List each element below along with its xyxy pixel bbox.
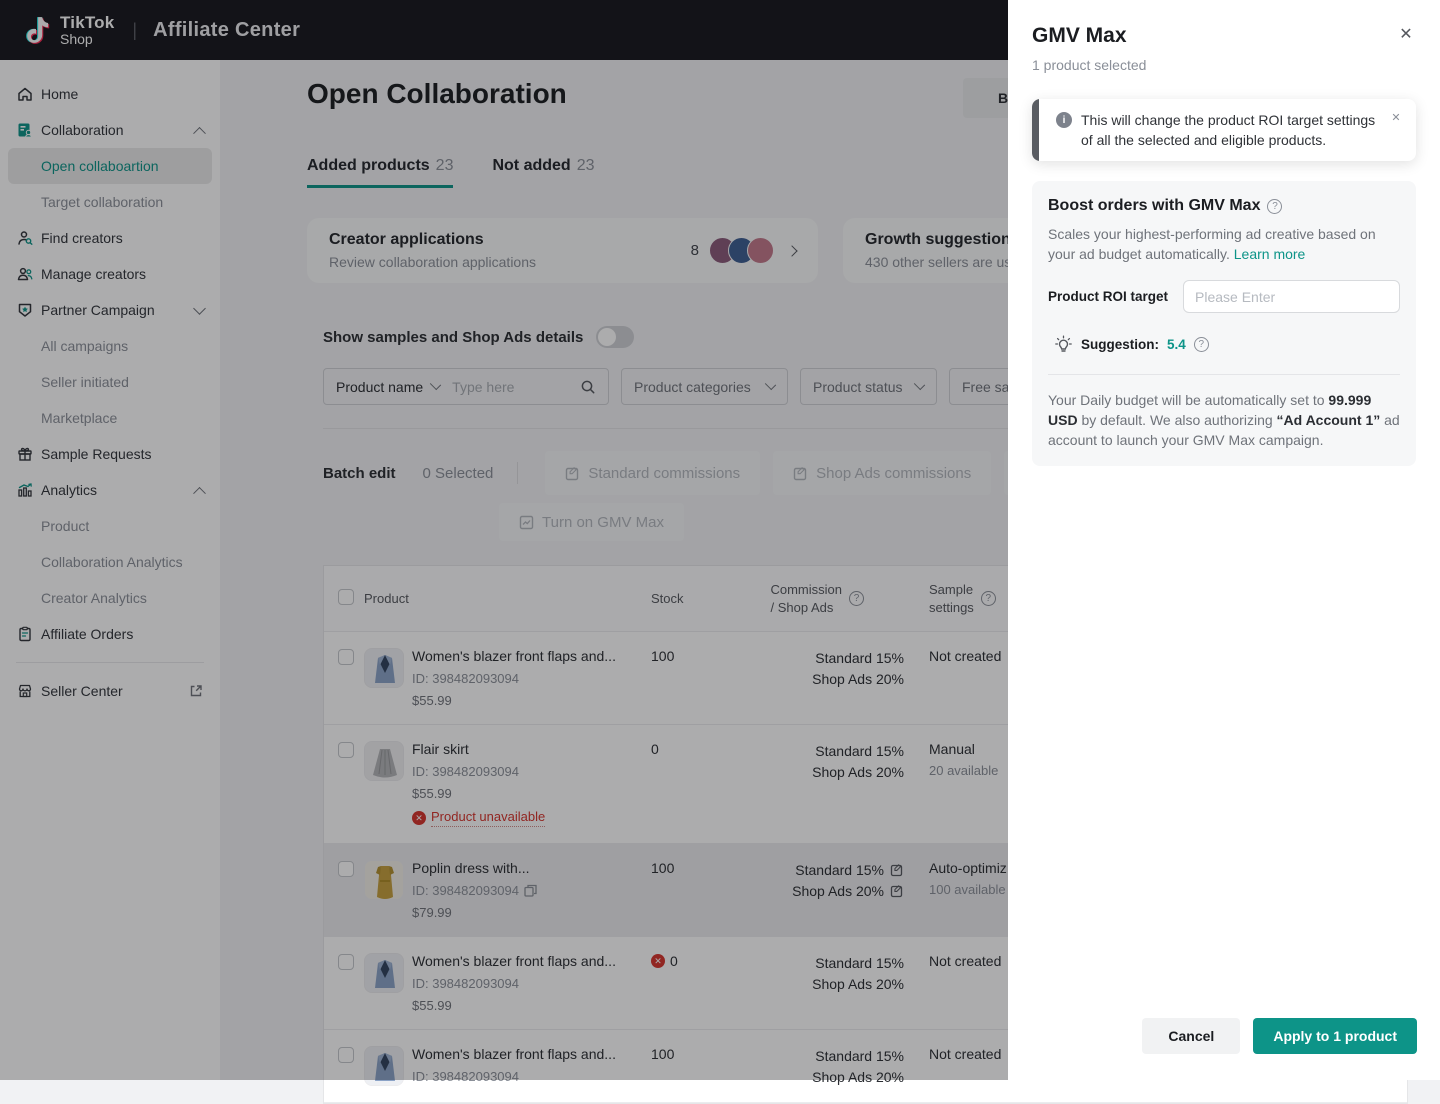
- roi-change-notice: This will change the product ROI target …: [1032, 99, 1416, 161]
- notice-close-icon[interactable]: [1386, 107, 1406, 127]
- help-icon[interactable]: [1267, 199, 1282, 214]
- boost-title: Boost orders with GMV Max: [1048, 197, 1260, 215]
- boost-description: Scales your highest-performing ad creati…: [1048, 224, 1400, 264]
- drawer-footer: Cancel Apply to 1 product: [1142, 1018, 1417, 1054]
- suggestion-label: Suggestion:: [1081, 337, 1159, 352]
- help-icon[interactable]: [1194, 337, 1209, 352]
- boost-divider: [1048, 374, 1400, 375]
- budget-text: Your Daily budget will be automatically …: [1048, 390, 1400, 450]
- close-icon[interactable]: [1396, 24, 1416, 44]
- roi-target-input[interactable]: [1183, 280, 1400, 313]
- lightbulb-icon: [1054, 335, 1073, 354]
- gmv-max-drawer: GMV Max 1 product selected This will cha…: [1008, 0, 1440, 1080]
- ad-account-name: “Ad Account 1”: [1277, 412, 1381, 428]
- cancel-button[interactable]: Cancel: [1142, 1018, 1240, 1054]
- suggestion-row: Suggestion: 5.4: [1048, 335, 1400, 354]
- drawer-subtitle: 1 product selected: [1032, 57, 1416, 73]
- drawer-title: GMV Max: [1032, 24, 1127, 48]
- info-icon: [1056, 112, 1072, 128]
- suggestion-value[interactable]: 5.4: [1167, 337, 1186, 352]
- notice-text: This will change the product ROI target …: [1081, 110, 1382, 150]
- apply-button[interactable]: Apply to 1 product: [1253, 1018, 1417, 1054]
- roi-target-label: Product ROI target: [1048, 289, 1168, 304]
- boost-orders-card: Boost orders with GMV Max Scales your hi…: [1032, 181, 1416, 466]
- learn-more-link[interactable]: Learn more: [1234, 246, 1306, 262]
